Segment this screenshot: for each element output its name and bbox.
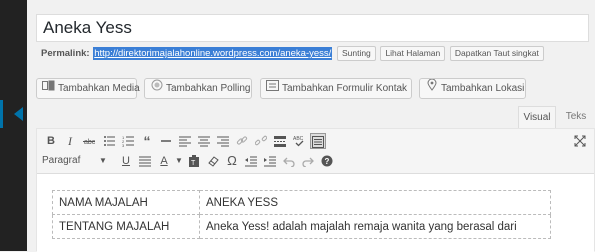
- align-right-icon: [217, 136, 229, 147]
- fullscreen-icon: [574, 135, 586, 147]
- link-icon: [236, 136, 248, 145]
- add-location-label: Tambahkan Lokasi: [441, 83, 525, 94]
- svg-text:3: 3: [122, 143, 125, 147]
- sidebar-collapse-arrow-icon[interactable]: [14, 107, 23, 121]
- add-poll-button[interactable]: Tambahkan Polling: [144, 78, 252, 99]
- bold-button[interactable]: B: [43, 133, 59, 149]
- spellcheck-icon: ABC: [293, 136, 304, 147]
- paste-as-text-button[interactable]: T: [186, 153, 202, 169]
- post-editor: B I abc 123 “ ABC Paragraf ▼ U A ▼ T Ω ?…: [36, 128, 595, 252]
- poll-icon: [150, 79, 163, 98]
- table-row: TENTANG MAJALAH Aneka Yess! adalah majal…: [52, 214, 551, 239]
- numbered-list-icon: 123: [122, 135, 134, 147]
- redo-button[interactable]: [300, 153, 316, 169]
- clear-formatting-button[interactable]: [205, 153, 221, 169]
- post-title-input[interactable]: Aneka Yess: [36, 14, 589, 42]
- tab-visual[interactable]: Visual: [518, 106, 556, 128]
- contact-form-icon: [266, 79, 279, 98]
- bulleted-list-button[interactable]: [101, 133, 117, 149]
- edit-permalink-button[interactable]: Sunting: [336, 46, 376, 61]
- horizontal-line-button[interactable]: [158, 133, 174, 149]
- toolbar-toggle-button[interactable]: [310, 133, 326, 149]
- add-media-label: Tambahkan Media: [58, 83, 140, 94]
- strikethrough-icon: abc: [83, 139, 95, 146]
- insert-link-button[interactable]: [234, 133, 250, 149]
- help-icon: ?: [321, 155, 333, 167]
- align-center-icon: [198, 136, 210, 147]
- add-contact-form-label: Tambahkan Formulir Kontak: [282, 83, 408, 94]
- admin-sidebar: [0, 0, 27, 251]
- unlink-icon: [255, 135, 267, 146]
- table-row: NAMA MAJALAH ANEKA YESS: [52, 190, 551, 215]
- undo-button[interactable]: [281, 153, 297, 169]
- redo-icon: [302, 157, 314, 167]
- blockquote-button[interactable]: “: [139, 133, 155, 149]
- numbered-list-button[interactable]: 123: [120, 133, 136, 149]
- text-color-chevron-icon[interactable]: ▼: [171, 153, 187, 169]
- location-pin-icon: [425, 78, 438, 98]
- text-color-button[interactable]: A: [156, 153, 172, 169]
- table-cell[interactable]: TENTANG MAJALAH: [52, 214, 200, 239]
- indent-button[interactable]: [262, 153, 278, 169]
- add-media-icon: [42, 79, 55, 98]
- chevron-down-icon: ▼: [99, 156, 107, 165]
- svg-text:abc: abc: [84, 139, 95, 146]
- justify-icon: [139, 156, 151, 167]
- blockquote-icon: “: [143, 133, 151, 149]
- read-more-button[interactable]: [272, 133, 288, 149]
- paragraph-format-select[interactable]: Paragraf: [42, 153, 80, 169]
- add-contact-form-button[interactable]: Tambahkan Formulir Kontak: [260, 78, 412, 99]
- align-center-button[interactable]: [196, 133, 212, 149]
- editor-toolbar: B I abc 123 “ ABC Paragraf ▼ U A ▼ T Ω ?: [37, 129, 594, 174]
- align-left-icon: [179, 136, 191, 147]
- justify-button[interactable]: [137, 153, 153, 169]
- table-cell[interactable]: Aneka Yess! adalah majalah remaja wanita…: [199, 214, 551, 239]
- outdent-icon: [245, 156, 257, 167]
- align-left-button[interactable]: [177, 133, 193, 149]
- add-poll-label: Tambahkan Polling: [166, 83, 251, 94]
- permalink-row: Permalink: http://direktorimajalahonline…: [41, 46, 544, 61]
- table-cell[interactable]: NAMA MAJALAH: [52, 190, 200, 215]
- content-table: NAMA MAJALAH ANEKA YESS TENTANG MAJALAH …: [52, 190, 551, 239]
- outdent-button[interactable]: [243, 153, 259, 169]
- read-more-icon: [274, 136, 286, 147]
- italic-button[interactable]: I: [62, 133, 78, 149]
- remove-link-button[interactable]: [253, 133, 269, 149]
- svg-text:T: T: [191, 160, 196, 167]
- add-media-button[interactable]: Tambahkan Media: [36, 78, 140, 99]
- view-page-button[interactable]: Lihat Halaman: [380, 46, 446, 61]
- indent-icon: [264, 156, 276, 167]
- eraser-icon: [208, 156, 219, 167]
- underline-button[interactable]: U: [118, 153, 134, 169]
- permalink-label: Permalink:: [41, 48, 90, 60]
- clipboard-icon: T: [189, 155, 199, 167]
- keyboard-shortcuts-button[interactable]: ?: [319, 153, 335, 169]
- align-right-button[interactable]: [215, 133, 231, 149]
- get-shortlink-button[interactable]: Dapatkan Taut singkat: [449, 46, 544, 61]
- tab-text[interactable]: Teks: [560, 106, 592, 128]
- undo-icon: [283, 157, 295, 167]
- add-location-button[interactable]: Tambahkan Lokasi: [419, 78, 526, 99]
- fullscreen-button[interactable]: [572, 133, 588, 149]
- permalink-url-link[interactable]: http://direktorimajalahonline.wordpress.…: [93, 47, 333, 61]
- horizontal-line-icon: [161, 140, 171, 142]
- editor-content-area[interactable]: NAMA MAJALAH ANEKA YESS TENTANG MAJALAH …: [37, 174, 594, 252]
- bulleted-list-icon: [104, 136, 115, 146]
- toolbar-toggle-icon: [312, 136, 324, 148]
- table-cell[interactable]: ANEKA YESS: [199, 190, 551, 215]
- sidebar-active-indicator: [0, 100, 3, 128]
- spellcheck-button[interactable]: ABC: [291, 133, 307, 149]
- svg-text:?: ?: [325, 157, 330, 166]
- strikethrough-button[interactable]: abc: [81, 133, 97, 149]
- special-character-button[interactable]: Ω: [224, 153, 240, 169]
